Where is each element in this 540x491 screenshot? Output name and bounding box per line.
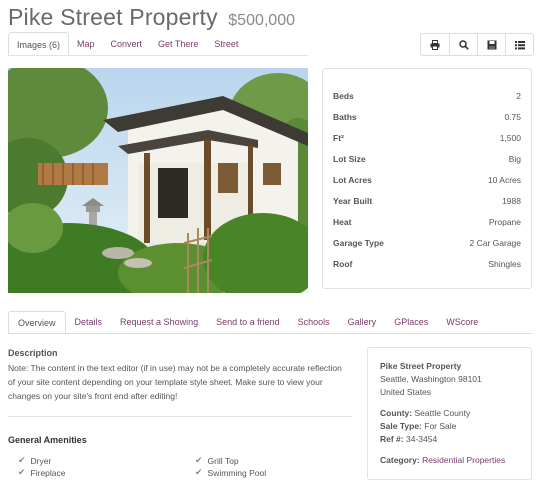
detail-row-beds: Beds 2 (333, 86, 521, 106)
county-label: County: (380, 408, 413, 418)
card-property-name: Pike Street Property (380, 361, 462, 371)
tab-images[interactable]: Images (6) (8, 32, 70, 56)
amenity-label: Swimming Pool (207, 467, 267, 478)
detail-value: 2 (516, 91, 521, 101)
listing-price: $500,000 (228, 12, 295, 29)
section-tabs-divider (8, 333, 532, 334)
tab-street[interactable]: Street (206, 32, 246, 56)
detail-row-roof: Roof Shingles (333, 254, 521, 274)
detail-row-heat: Heat Propane (333, 212, 521, 232)
tab-send-to-friend[interactable]: Send to a friend (207, 311, 289, 334)
amenity-label: Dryer (30, 455, 52, 466)
ref-label: Ref #: (380, 434, 404, 444)
description-text: Note: The content in the text editor (if… (8, 363, 342, 401)
category-label: Category: (380, 455, 420, 465)
amenity-item: ✔ Fireplace (18, 467, 66, 478)
detail-row-lot-acres: Lot Acres 10 Acres (333, 170, 521, 190)
search-button[interactable] (449, 34, 477, 55)
card-ref: Ref #: 34-3454 (380, 433, 531, 446)
print-button[interactable] (421, 34, 449, 55)
check-icon: ✔ (195, 467, 203, 477)
detail-value: 10 Acres (487, 175, 521, 185)
amenity-item: ✔ Grill Top (195, 455, 239, 466)
house-garden-image (8, 68, 308, 293)
check-icon: ✔ (18, 455, 26, 465)
detail-label: Year Built (333, 196, 373, 206)
amenity-item: ✔ Dryer (18, 455, 51, 466)
tab-overview[interactable]: Overview (8, 311, 66, 334)
detail-value: Shingles (488, 259, 521, 269)
detail-label: Heat (333, 217, 352, 227)
search-icon (458, 39, 469, 50)
ref-value: 34-3454 (406, 434, 438, 444)
detail-row-garage-type: Garage Type 2 Car Garage (333, 233, 521, 253)
amenity-item: ✔ Swimming Pool (195, 467, 266, 478)
section-divider (8, 416, 352, 417)
sale-type-value: For Sale (424, 421, 457, 431)
tab-wscore[interactable]: WScore (437, 311, 487, 334)
list-icon (514, 40, 525, 49)
detail-value: Big (508, 154, 521, 164)
listing-header: Pike Street Property $500,000 (8, 4, 295, 31)
media-tabs-divider (8, 55, 308, 56)
sale-type-label: Sale Type: (380, 421, 422, 431)
detail-label: Beds (333, 91, 354, 101)
detail-label: Ft² (333, 133, 344, 143)
card-county: County: Seattle County (380, 407, 531, 420)
check-icon: ✔ (18, 467, 26, 477)
property-details-panel: Beds 2 Baths 0.75 Ft² 1,500 Lot Size Big Lot… (322, 68, 532, 289)
tab-schools[interactable]: Schools (289, 311, 339, 334)
tab-request-showing[interactable]: Request a Showing (111, 311, 207, 334)
detail-value: 0.75 (504, 112, 521, 122)
detail-value: 2 Car Garage (469, 238, 522, 248)
card-city: Seattle, Washington 98101 (380, 374, 482, 384)
detail-row-baths: Baths 0.75 (333, 107, 521, 127)
card-country: United States (380, 387, 432, 397)
county-value: Seattle County (414, 408, 471, 418)
print-icon (430, 39, 440, 50)
amenity-label: Grill Top (207, 455, 239, 466)
category-link[interactable]: Residential Properties (422, 455, 505, 465)
save-icon (487, 40, 496, 49)
card-category: Category: Residential Properties (380, 454, 531, 467)
listing-title: Pike Street Property (8, 4, 218, 30)
listing-toolbar (420, 33, 534, 56)
detail-label: Lot Size (333, 154, 366, 164)
amenities-heading: General Amenities (8, 435, 87, 445)
detail-label: Baths (333, 112, 357, 122)
property-photo[interactable] (8, 68, 308, 293)
detail-value: 1,500 (499, 133, 521, 143)
property-info-card: Pike Street Property Seattle, Washington… (367, 347, 532, 480)
media-tabs: Images (6) Map Convert Get There Street (8, 32, 246, 56)
tab-details[interactable]: Details (66, 311, 112, 334)
tab-get-there[interactable]: Get There (150, 32, 206, 56)
tab-convert[interactable]: Convert (103, 32, 151, 56)
detail-label: Roof (333, 259, 353, 269)
save-button[interactable] (477, 34, 505, 55)
detail-row-year-built: Year Built 1988 (333, 191, 521, 211)
list-button[interactable] (505, 34, 533, 55)
tab-gallery[interactable]: Gallery (339, 311, 386, 334)
description-heading: Description (8, 348, 58, 358)
detail-row-lot-size: Lot Size Big (333, 149, 521, 169)
tab-map[interactable]: Map (69, 32, 103, 56)
detail-value: 1988 (502, 196, 521, 206)
check-icon: ✔ (195, 455, 203, 465)
detail-row-sqft: Ft² 1,500 (333, 128, 521, 148)
card-sale-type: Sale Type: For Sale (380, 420, 531, 433)
detail-label: Garage Type (333, 238, 384, 248)
detail-label: Lot Acres (333, 175, 372, 185)
tab-gplaces[interactable]: GPlaces (385, 311, 437, 334)
detail-value: Propane (488, 217, 521, 227)
section-tabs: Overview Details Request a Showing Send … (8, 311, 487, 334)
amenity-label: Fireplace (30, 467, 66, 478)
